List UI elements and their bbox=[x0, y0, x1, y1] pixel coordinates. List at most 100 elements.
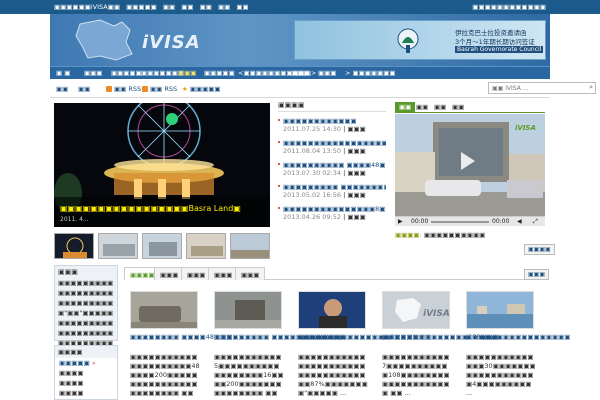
top-link-3[interactable]: ▣▣ bbox=[181, 3, 193, 11]
rss-link-1[interactable]: ▣▣ RSS bbox=[106, 85, 141, 93]
volume-icon[interactable]: ◀ bbox=[517, 218, 522, 225]
top-link-5[interactable]: ▣▣ bbox=[218, 3, 230, 11]
sidebar-item-4[interactable]: ▣▣▣▣ bbox=[55, 388, 117, 398]
news-card-summary: ▣▣▣▣▣▣▣▣▣▣▣7▣▣▣▣▣▣▣▣▣▣▣108▣▣▣▣▣▣▣▣▣▣▣▣▣▣… bbox=[382, 353, 450, 397]
list-item[interactable]: ▣▣▣▣▣▣▣▣▣ ▣▣▣▣▣▣▣▣▣▣▣▣ 2013.05.02 16:56 … bbox=[278, 183, 386, 199]
nav-item-home[interactable]: ▣ ▣ bbox=[56, 69, 70, 77]
top-link-home[interactable]: ▣▣▣▣▣▣iVISA▣▣ bbox=[54, 3, 120, 11]
list-item[interactable]: ▣▣▣▣▣▣▣▣▣▣ ▣▣▣▣48▣▣▣ 2013.07.30 02:34 | … bbox=[278, 161, 386, 177]
seek-bar[interactable] bbox=[431, 221, 489, 223]
list-item[interactable]: ▣▣▣▣▣▣▣▣▣▣▣▣▣▣▣▣▣Basra Land▣ 2011.08.04 … bbox=[278, 139, 386, 155]
featured-slideshow[interactable]: ▣▣▣▣▣▣▣▣▣▣▣▣▣▣▣▣▣Basra Land▣ 2011. 4... bbox=[54, 103, 270, 227]
rss-link-2[interactable]: ▣▣ RSS bbox=[142, 85, 177, 93]
headline-meta: 2013.04.26 09:52 | ▣▣▣ bbox=[283, 213, 366, 221]
nav-item-8[interactable]: ▣▣▣ bbox=[318, 69, 336, 77]
news-tab-4[interactable]: ▣▣▣ bbox=[208, 267, 239, 280]
news-card-title[interactable]: ▣▣▣▣▣▣▣▣ ▣▣▣▣48▣▣▣ bbox=[130, 333, 232, 341]
advert-subline: 3个月～1年期长期访问签证 bbox=[455, 38, 535, 46]
sidebar-category-title: ▣▣▣▣ bbox=[55, 346, 117, 358]
news-card-summary: ▣▣▣▣▣▣▣▣▣▣▣▣▣▣▣▣▣▣▣▣▣▣▣▣▣▣▣▣▣▣▣▣▣▣▣87%▣▣… bbox=[298, 353, 368, 397]
nav-item-1[interactable]: ▣▣▣ bbox=[84, 69, 102, 77]
news-card-title[interactable]: ▣▣▣▣▣▣▣▣▣▣▣▣▣▣▣▣▣ bbox=[466, 333, 570, 341]
play-icon[interactable]: ▶ bbox=[398, 218, 403, 225]
nav-item-2[interactable]: ▣▣▣▣▣ bbox=[111, 69, 142, 77]
news-card-title[interactable]: ▣▣▣▣▣▣▣▣▣▣▣▣▣▣▣8▣▣▣▣▣▣ bbox=[298, 333, 431, 341]
news-card[interactable]: ▣▣▣▣▣▣▣▣▣▣▣▣▣▣▣8▣▣▣▣▣▣ ▣▣▣▣▣▣▣▣▣▣▣▣▣▣▣▣▣… bbox=[298, 291, 431, 398]
thumbnail-3[interactable] bbox=[142, 233, 182, 259]
nav-item-4-active[interactable]: ▣▣▣ bbox=[178, 69, 196, 77]
top-link-4[interactable]: ▣▣ bbox=[200, 3, 212, 11]
news-card-title[interactable]: ▣▣▣▣▣▣▣▣▣ ▣▣▣▣▣▣▣▣▣▣▣▣ bbox=[214, 333, 345, 341]
news-card-image[interactable] bbox=[298, 291, 366, 329]
list-item[interactable]: ▣▣▣▣▣▣▣▣▣▣▣▣▣▣▣8▣▣▣▣▣▣ 2013.04.26 09:52 … bbox=[278, 205, 386, 221]
video-player[interactable]: iVISA ▶ 00:00 00:00 ◀ ⤢ bbox=[395, 114, 545, 226]
news-card-summary: ▣▣▣▣▣▣▣▣▣▣▣▣▣▣30▣▣▣▣▣▣▣▣▣▣▣▣▣▣▣▣▣▣▣4▣▣▣▣… bbox=[466, 353, 536, 397]
featured-thumbnails bbox=[54, 233, 270, 259]
sidebar-info-box: ▣▣▣ ▣▣▣▣▣▣▣▣▣▣▣▣▣▣▣▣▣▣▣▣▣▣▣▣▣▣▣▣"▣▣"▣▣▣▣… bbox=[54, 265, 118, 357]
news-more-button[interactable]: ▣▣▣ bbox=[524, 269, 550, 280]
sidebar-item-3[interactable]: ▣▣▣▣ bbox=[55, 378, 117, 388]
banner-advert[interactable]: 伊拉克巴士拉投资邀请函 3个月～1年期长期访问签证 Basrah Governo… bbox=[294, 20, 546, 60]
featured-date: 2011. 4... bbox=[60, 216, 89, 223]
news-card-image[interactable]: iVISA bbox=[382, 291, 450, 329]
favorite-link[interactable]: ★ ▣▣▣▣▣ bbox=[182, 85, 221, 93]
search-input[interactable] bbox=[489, 83, 579, 93]
featured-caption[interactable]: ▣▣▣▣▣▣▣▣▣▣▣▣▣▣▣▣▣Basra Land▣ bbox=[60, 204, 241, 213]
sidebar-item-1[interactable]: ▣▣▣▣▣ » bbox=[55, 358, 117, 368]
headline-title[interactable]: ▣▣▣▣▣▣▣▣▣▣▣▣ bbox=[283, 117, 386, 125]
video-tab-4[interactable]: ▣▣ bbox=[448, 102, 468, 113]
rss-icon bbox=[142, 86, 148, 92]
time-current: 00:00 bbox=[411, 218, 429, 225]
list-item[interactable]: ▣▣▣▣▣▣▣▣▣▣▣▣ 2011.07.25 14:30 | ▣▣▣ bbox=[278, 117, 386, 133]
star-icon: ★ bbox=[182, 85, 188, 93]
thumbnail-5[interactable] bbox=[230, 233, 270, 259]
headline-title[interactable]: ▣▣▣▣▣▣▣▣▣▣▣▣▣▣▣8▣▣▣▣▣▣ bbox=[283, 205, 386, 213]
news-card-title[interactable]: ▣▣▣▣▣▣▣▣▣▣▣▣▣▣108▣▣▣ bbox=[382, 333, 499, 341]
news-card-image[interactable] bbox=[214, 291, 282, 329]
headline-meta: 2013.05.02 16:56 | ▣▣▣ bbox=[283, 191, 366, 199]
subbar-link-1[interactable]: ▣▣ bbox=[56, 85, 68, 93]
headline-title[interactable]: ▣▣▣▣▣▣▣▣▣▣▣▣▣▣▣▣▣Basra Land▣ bbox=[283, 139, 386, 147]
headline-title[interactable]: ▣▣▣▣▣▣▣▣▣▣ ▣▣▣▣48▣▣▣ bbox=[283, 161, 386, 169]
news-card-image[interactable] bbox=[130, 291, 198, 329]
video-more-button[interactable]: ▣▣▣▣ bbox=[524, 244, 555, 255]
video-frame: iVISA bbox=[395, 114, 545, 216]
video-watermark: iVISA bbox=[515, 124, 536, 132]
news-tab-3[interactable]: ▣▣▣ bbox=[181, 267, 212, 280]
news-card[interactable]: ▣▣▣▣▣▣▣▣▣ ▣▣▣▣▣▣▣▣▣▣▣▣ ▣▣▣▣▣▣▣▣▣▣▣5▣▣▣▣▣… bbox=[214, 291, 345, 400]
video-caption[interactable]: ▣▣▣▣: ▣▣▣▣▣▣▣▣▣▣ bbox=[395, 231, 485, 239]
sidebar-category-box: ▣▣▣▣ ▣▣▣▣▣ » ▣▣▣▣ ▣▣▣▣ ▣▣▣▣ bbox=[54, 345, 118, 400]
advert-council-label: Basrah Governorate Council bbox=[455, 46, 544, 53]
thumbnail-1[interactable] bbox=[54, 233, 94, 259]
headline-title[interactable]: ▣▣▣▣▣▣▣▣▣ ▣▣▣▣▣▣▣▣▣▣▣▣ bbox=[283, 183, 386, 191]
basrah-emblem-icon bbox=[397, 28, 419, 53]
nav-item-7[interactable]: ▣▣▣ bbox=[291, 69, 309, 77]
news-card-image[interactable] bbox=[466, 291, 534, 329]
nav-item-9[interactable]: > ▣▣▣▣▣▣▣ bbox=[345, 69, 396, 77]
sidebar-item-2[interactable]: ▣▣▣▣ bbox=[55, 368, 117, 378]
headline-list: ▣▣▣▣ ▣▣▣▣▣▣▣▣▣▣▣▣ 2011.07.25 14:30 | ▣▣▣… bbox=[278, 101, 386, 227]
top-links: ▣▣▣▣▣▣iVISA▣▣ ▣▣▣▣▣ ▣▣ ▣▣ ▣▣ ▣▣ ▣▣ bbox=[54, 3, 253, 11]
news-card[interactable]: ▣▣▣▣▣▣▣▣ ▣▣▣▣48▣▣▣ ▣▣▣▣▣▣▣▣▣▣▣▣▣▣▣▣▣▣▣▣▣… bbox=[130, 291, 232, 400]
video-controls: ▶ 00:00 00:00 ◀ ⤢ bbox=[395, 216, 545, 226]
news-tab-2[interactable]: ▣▣▣ bbox=[154, 267, 185, 280]
site-logo[interactable]: iVISA bbox=[142, 32, 201, 53]
news-tab-5[interactable]: ▣▣▣ bbox=[235, 267, 266, 280]
video-tabs: ▣▣ ▣▣ ▣▣ ▣▣ bbox=[395, 102, 545, 113]
headline-meta: 2013.07.30 02:34 | ▣▣▣ bbox=[283, 169, 366, 177]
top-link-6[interactable]: ▣▣ bbox=[236, 3, 248, 11]
top-right-link[interactable]: ▣▣▣▣▣▣▣▣▣▣▣▣ bbox=[472, 3, 546, 11]
search-icon[interactable]: ⌕ bbox=[589, 83, 593, 92]
news-card-summary: ▣▣▣▣▣▣▣▣▣▣▣▣▣▣▣▣▣▣▣▣▣48▣▣▣▣200▣▣▣▣▣▣▣▣▣▣… bbox=[130, 353, 200, 400]
news-card[interactable]: ▣▣▣▣▣▣▣▣▣▣▣▣▣▣▣▣▣ ▣▣▣▣▣▣▣▣▣▣▣▣▣▣30▣▣▣▣▣▣… bbox=[466, 291, 570, 398]
thumbnail-2[interactable] bbox=[98, 233, 138, 259]
thumbnail-4[interactable] bbox=[186, 233, 226, 259]
subbar-link-2[interactable]: ▣▣ bbox=[78, 85, 90, 93]
iraq-map-icon bbox=[75, 19, 133, 61]
headline-meta: 2011.07.25 14:30 | ▣▣▣ bbox=[283, 125, 366, 133]
nav-item-5[interactable]: ▣▣▣▣▣ bbox=[204, 69, 235, 77]
top-link-2[interactable]: ▣▣ bbox=[163, 3, 175, 11]
top-link-1[interactable]: ▣▣▣▣▣ bbox=[126, 3, 157, 11]
news-card[interactable]: iVISA ▣▣▣▣▣▣▣▣▣▣▣▣▣▣108▣▣▣ ▣▣▣▣▣▣▣▣▣▣▣7▣… bbox=[382, 291, 499, 398]
fullscreen-icon[interactable]: ⤢ bbox=[533, 218, 538, 226]
